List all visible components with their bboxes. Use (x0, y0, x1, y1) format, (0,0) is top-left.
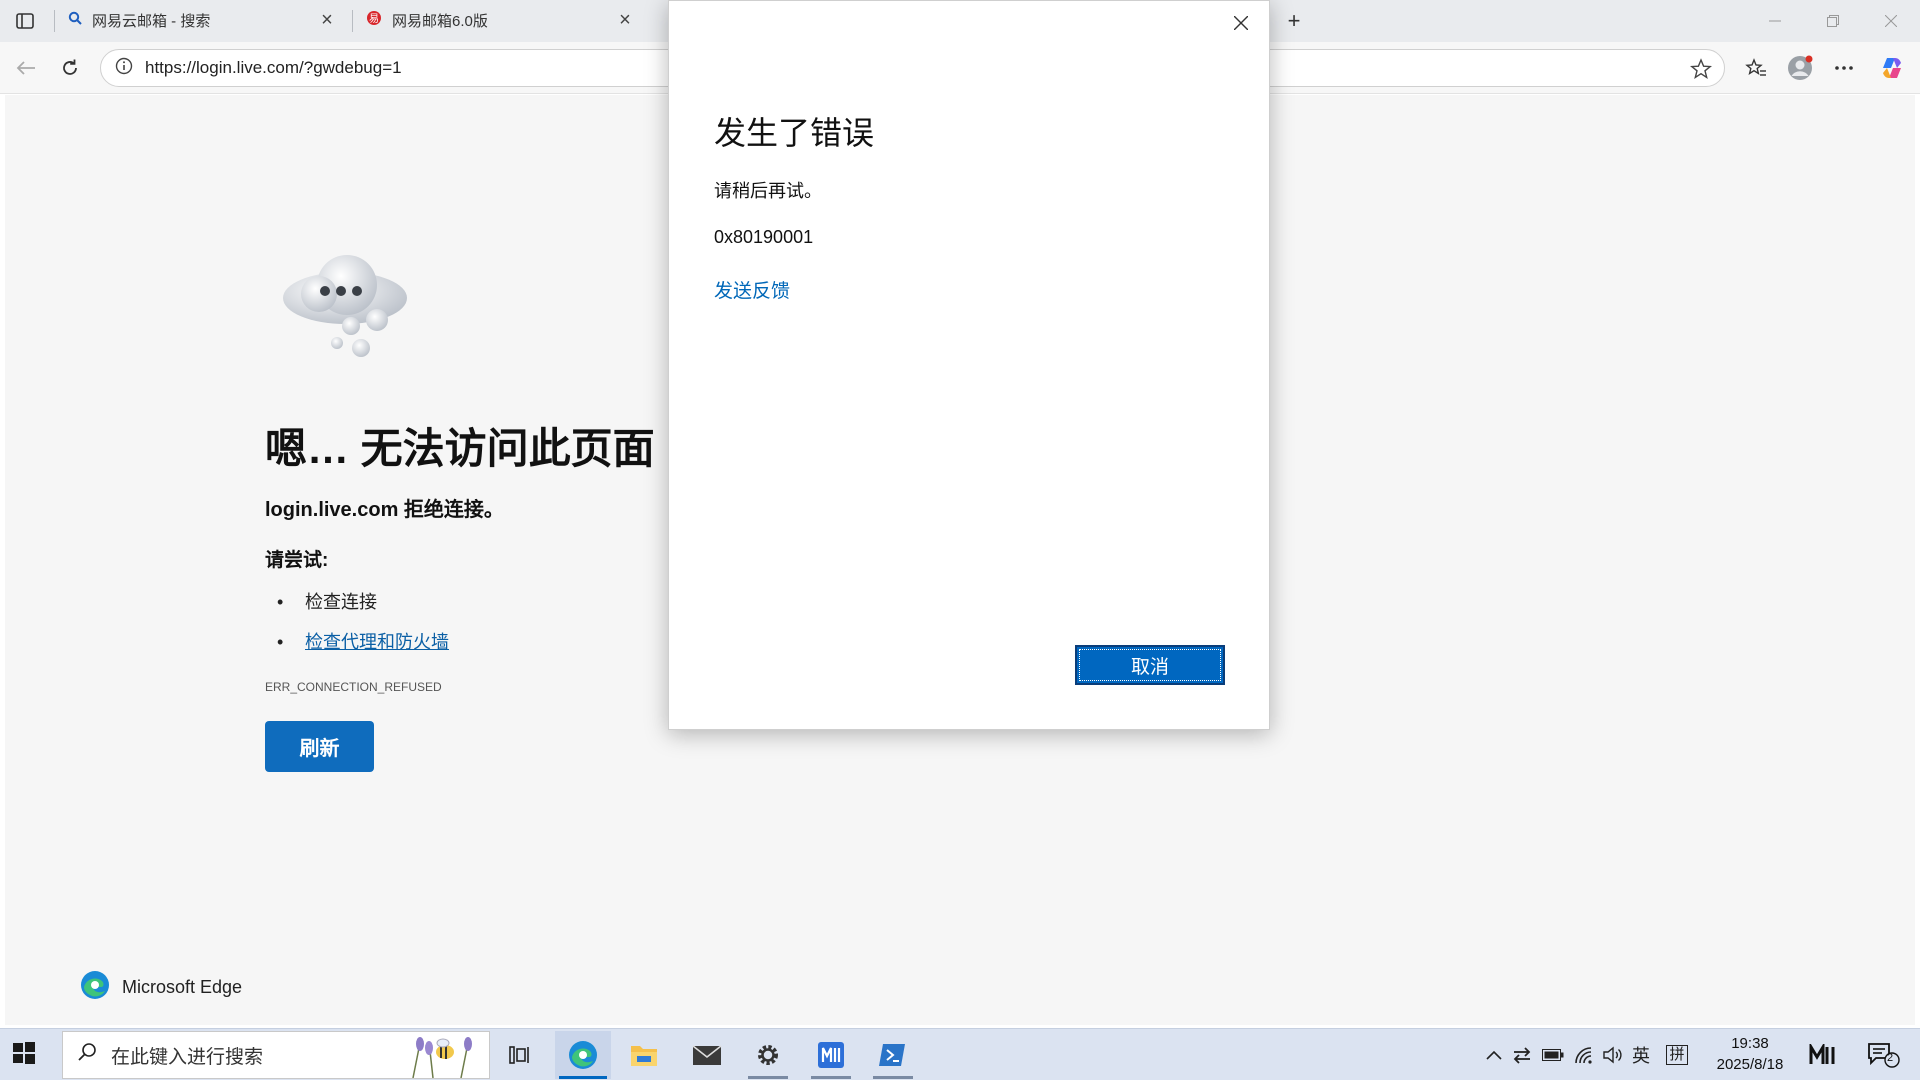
ime-language-indicator[interactable]: 英 (1628, 1043, 1654, 1067)
tab-netease-mail[interactable]: 易 网易邮箱6.0版 × (356, 2, 646, 38)
ime-mode-label: 拼 (1666, 1045, 1688, 1065)
taskbar-search-input[interactable]: 在此键入进行搜索 (62, 1031, 490, 1079)
refresh-button[interactable]: 刷新 (265, 721, 374, 772)
try-heading: 请尝试: (265, 550, 329, 571)
send-feedback-link[interactable]: 发送反馈 (714, 276, 790, 303)
proxy-firewall-link[interactable]: 检查代理和防火墙 (305, 632, 449, 652)
error-dialog: 发生了错误 请稍后再试。 0x80190001 发送反馈 取消 (668, 0, 1270, 730)
sidebar-toggle-icon[interactable] (14, 10, 36, 32)
clock-date: 2025/8/18 (1716, 1056, 1784, 1073)
url-text[interactable]: https://login.live.com/?gwdebug=1 (145, 58, 402, 78)
refresh-icon[interactable] (56, 54, 84, 82)
clock-time: 19:38 (1731, 1035, 1769, 1052)
dialog-close-icon[interactable] (1227, 9, 1255, 37)
suggestion-item: • 检查连接 (277, 592, 377, 612)
copilot-icon[interactable] (1878, 54, 1906, 82)
close-icon[interactable]: × (316, 9, 338, 31)
favorites-icon[interactable] (1742, 54, 1770, 82)
more-options-icon[interactable] (1830, 54, 1858, 82)
file-explorer-icon[interactable] (616, 1031, 672, 1079)
cancel-button[interactable]: 取消 (1075, 645, 1225, 685)
show-hidden-icons-chevron-icon[interactable] (1482, 1043, 1506, 1067)
error-code: ERR_CONNECTION_REFUSED (265, 680, 442, 694)
info-icon[interactable] (115, 57, 133, 80)
task-view-icon[interactable] (492, 1031, 548, 1079)
dialog-title: 发生了错误 (714, 115, 875, 151)
edge-taskbar-icon[interactable] (555, 1031, 611, 1079)
back-arrow-icon[interactable] (12, 54, 40, 82)
dialog-error-code: 0x80190001 (714, 227, 814, 247)
close-icon[interactable]: × (614, 9, 636, 31)
tab-label: 网易邮箱6.0版 (392, 12, 488, 30)
volume-icon[interactable] (1600, 1043, 1626, 1067)
notification-center-icon[interactable]: 2 (1866, 1043, 1902, 1068)
netease-mail-icon: 易 (366, 10, 382, 30)
battery-icon[interactable] (1540, 1043, 1566, 1067)
favorite-star-icon[interactable] (1689, 58, 1713, 85)
edge-brand-label: Microsoft Edge (122, 977, 243, 997)
minimize-icon[interactable] (1752, 6, 1798, 36)
error-subtitle: login.live.com 拒绝连接。 (265, 499, 504, 521)
ime-mode-indicator[interactable]: 拼 (1664, 1043, 1690, 1067)
error-title: 嗯… 无法访问此页面 (265, 425, 655, 472)
suggestion-item: • 检查代理和防火墙 (277, 632, 449, 652)
windows-start-icon[interactable] (12, 1041, 42, 1071)
tab-separator (352, 10, 353, 32)
lavender-bee-illustration-icon (399, 1032, 483, 1080)
taskbar-clock[interactable]: 19:38 2025/8/18 (1700, 1033, 1800, 1075)
window-close-icon[interactable] (1868, 6, 1914, 36)
tab-separator (54, 10, 55, 32)
mail-icon[interactable] (679, 1031, 735, 1079)
tab-label: 网易云邮箱 - 搜索 (92, 12, 211, 30)
tab-netease-search[interactable]: 网易云邮箱 - 搜索 × (58, 2, 348, 38)
search-placeholder: 在此键入进行搜索 (111, 1046, 264, 1068)
search-icon (68, 11, 82, 29)
media-app-tray-icon[interactable] (1808, 1043, 1838, 1067)
windows-taskbar: 在此键入进行搜索 英 拼 19:38 2025/8/18 2 (0, 1028, 1920, 1080)
notification-count-badge: 2 (1887, 1052, 1894, 1064)
search-icon (77, 1041, 99, 1069)
dialog-message: 请稍后再试。 (714, 181, 822, 201)
edge-brand: Microsoft Edge (80, 970, 242, 1005)
new-tab-button[interactable]: + (1271, 6, 1317, 36)
media-app-icon[interactable] (803, 1031, 859, 1079)
edge-logo-icon (80, 970, 110, 1005)
settings-icon[interactable] (740, 1031, 796, 1079)
network-transfer-icon[interactable] (1510, 1043, 1534, 1067)
profile-avatar-icon[interactable] (1786, 54, 1814, 82)
svg-text:易: 易 (369, 13, 379, 25)
terminal-icon[interactable] (865, 1031, 921, 1079)
wifi-icon[interactable] (1572, 1043, 1598, 1067)
cloud-error-icon (277, 250, 417, 365)
restore-icon[interactable] (1810, 6, 1856, 36)
suggestion-text: 检查连接 (305, 592, 377, 612)
